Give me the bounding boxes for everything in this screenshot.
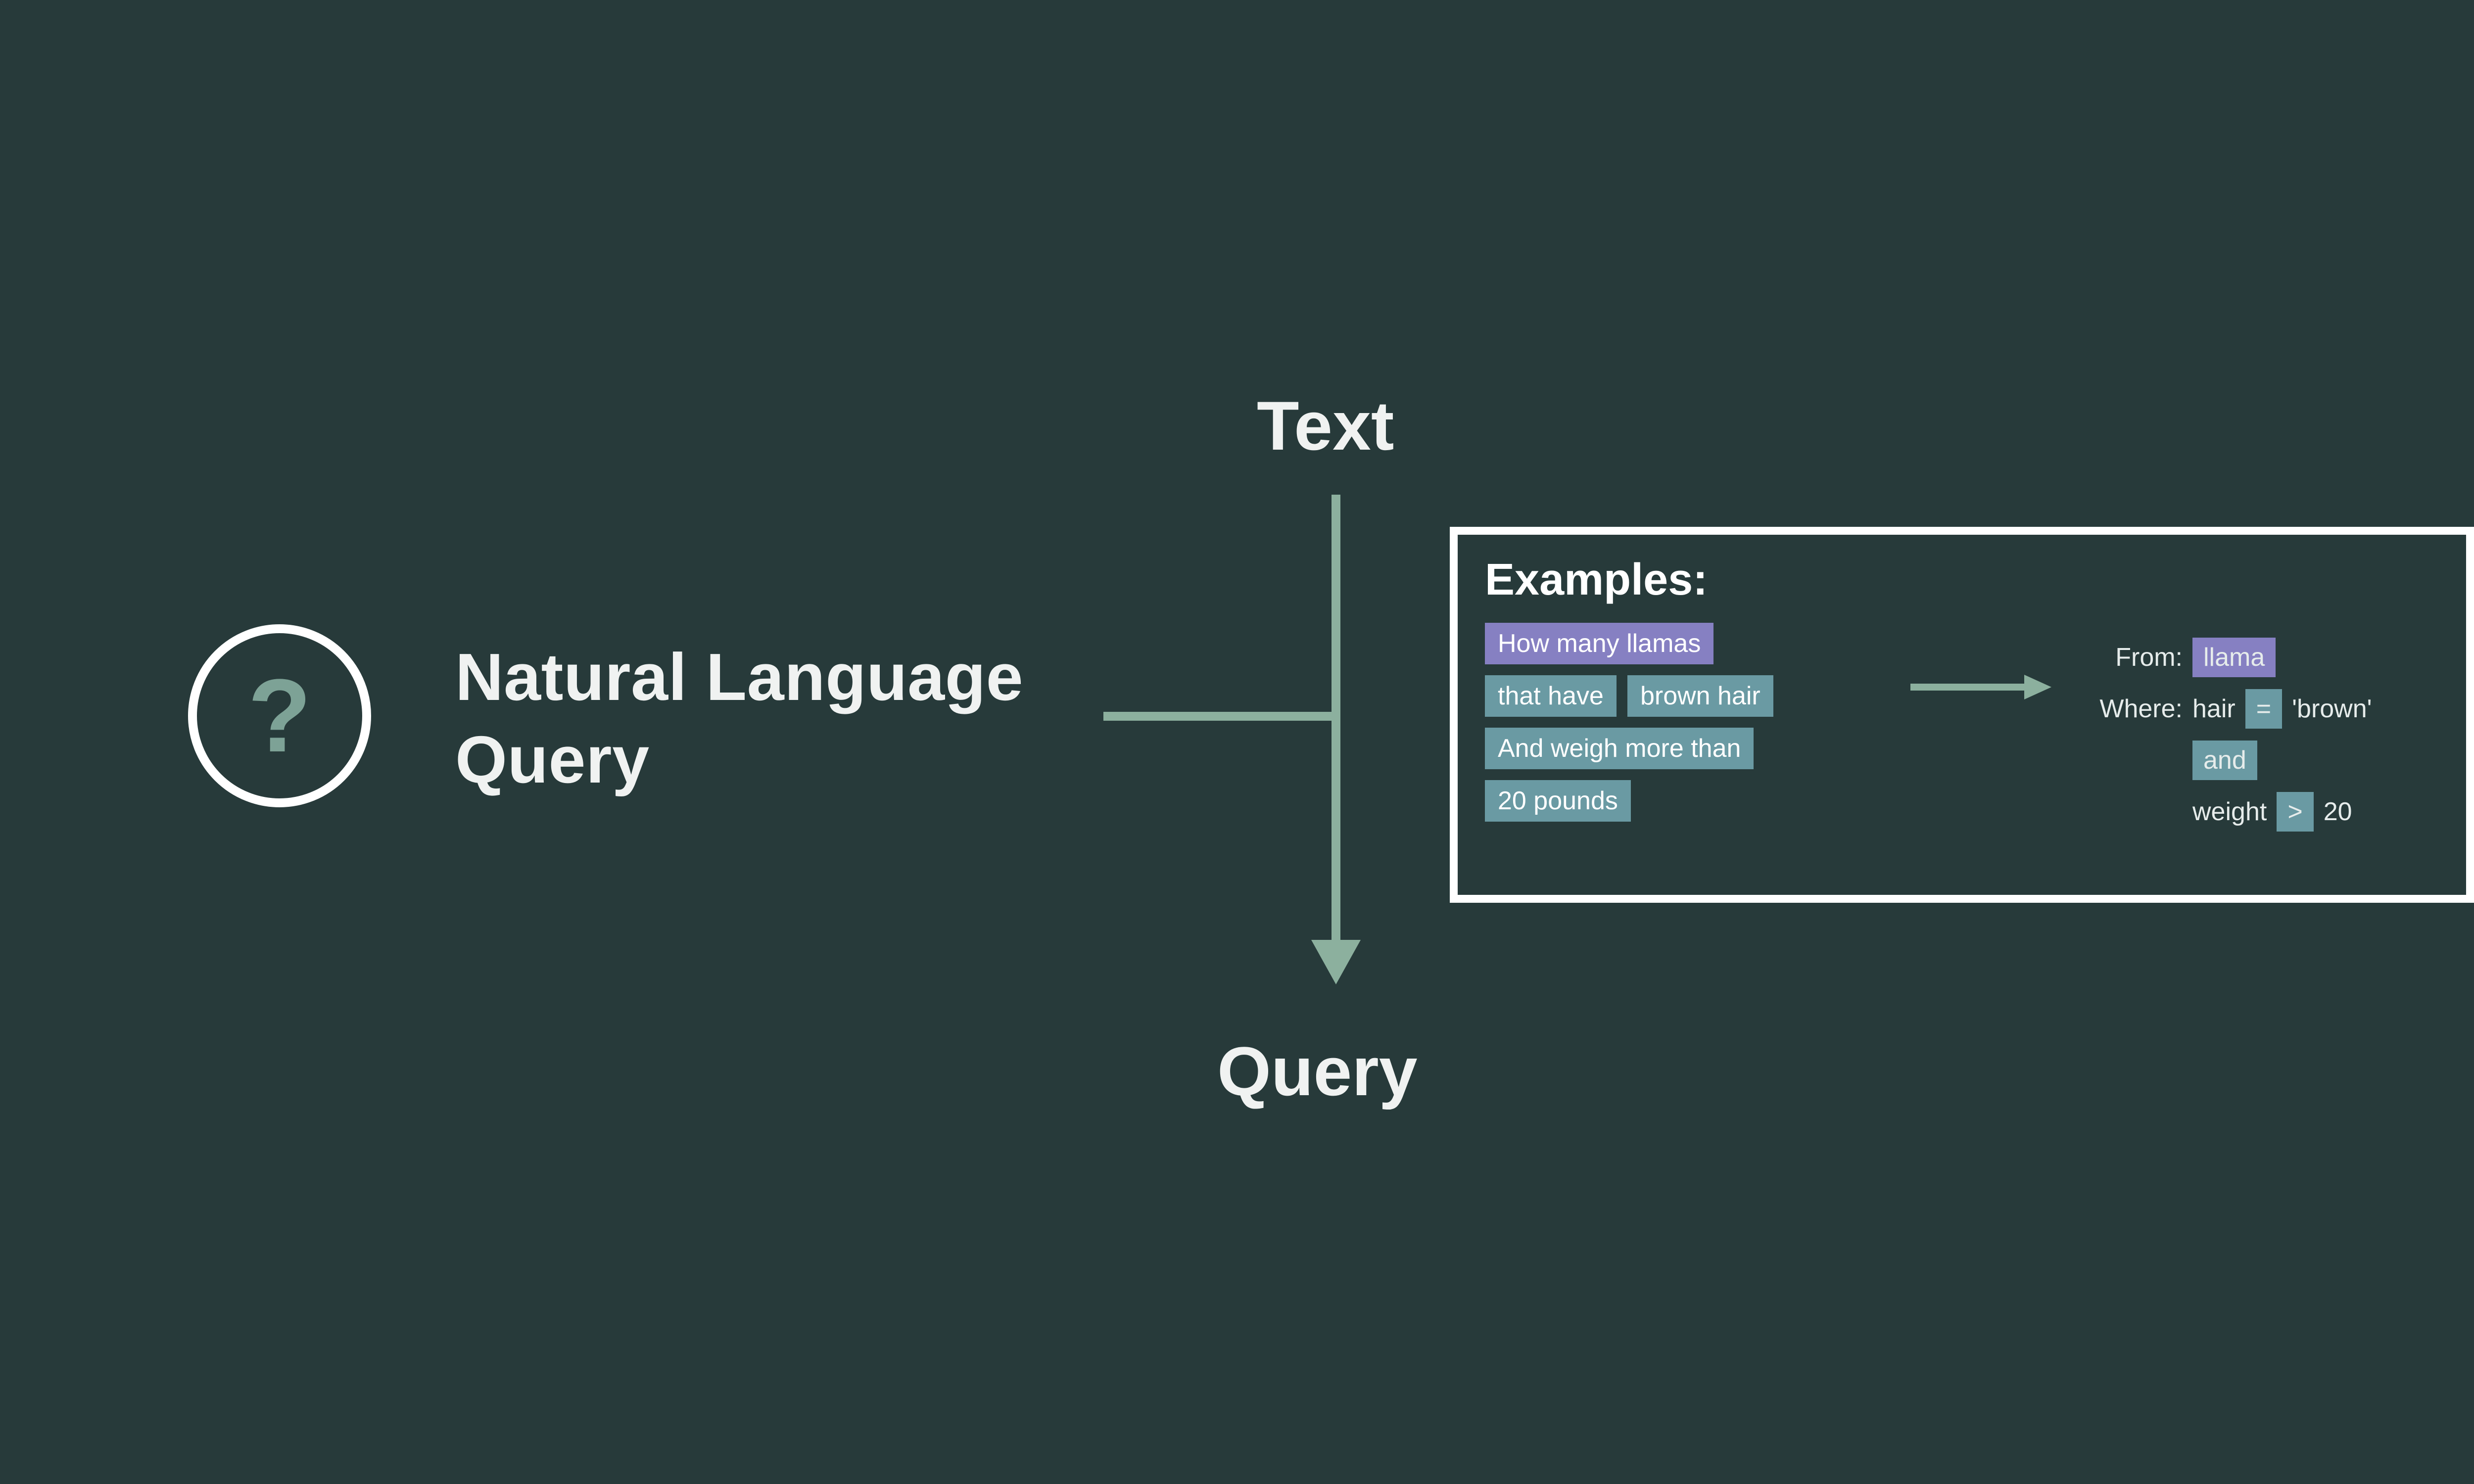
q-where-val2: 20 (2324, 797, 2352, 827)
q-where-op2: > (2277, 792, 2313, 832)
chip-20-pounds: 20 pounds (1485, 780, 1631, 822)
q-where-val1: 'brown' (2292, 694, 2372, 724)
q-from-value: llama (2192, 638, 2276, 677)
q-from-key: From: (2089, 643, 2183, 672)
q-row-from: From: llama (2089, 638, 2372, 677)
chip-how-many-llamas: How many llamas (1485, 623, 1713, 664)
examples-content: How many llamas that have brown hair And… (1485, 623, 2439, 832)
chip-that-have: that have (1485, 675, 1617, 717)
q-row-where-1: Where: hair = 'brown' (2089, 689, 2372, 729)
nl-row-4: 20 pounds (1485, 780, 1871, 822)
q-where-key: Where: (2089, 694, 2183, 724)
diagram-stage: ? Natural Language Query Text Query Exam… (0, 0, 2474, 1484)
question-circle-icon: ? (188, 624, 371, 807)
q-where-conj: and (2192, 741, 2257, 780)
nl-phrase-column: How many llamas that have brown hair And… (1485, 623, 1871, 822)
nlq-label-line1: Natural Language (455, 640, 1023, 714)
examples-title: Examples: (1485, 555, 2439, 605)
nl-row-2: that have brown hair (1485, 675, 1871, 717)
chip-and-weigh-more-than: And weigh more than (1485, 728, 1754, 769)
structured-query-column: From: llama Where: hair = 'brown' and we… (2089, 638, 2372, 832)
q-where-field2: weight (2192, 797, 2267, 827)
nl-row-1: How many llamas (1485, 623, 1871, 664)
examples-box: Examples: How many llamas that have brow… (1450, 527, 2474, 903)
nlq-label: Natural Language Query (455, 636, 1023, 801)
query-label: Query (1217, 1031, 1418, 1112)
chip-brown-hair: brown hair (1627, 675, 1773, 717)
nlq-label-line2: Query (455, 722, 650, 797)
arrow-down-head-icon (1311, 940, 1361, 984)
q-row-where-conj: and (2089, 741, 2372, 780)
q-where-field1: hair (2192, 694, 2236, 724)
q-where-op1: = (2245, 689, 2282, 729)
q-row-where-2: weight > 20 (2089, 792, 2372, 832)
nl-row-3: And weigh more than (1485, 728, 1871, 769)
arrow-nl-to-query-icon (1905, 667, 2054, 707)
text-label: Text (1257, 386, 1394, 466)
question-mark-icon: ? (248, 664, 311, 768)
